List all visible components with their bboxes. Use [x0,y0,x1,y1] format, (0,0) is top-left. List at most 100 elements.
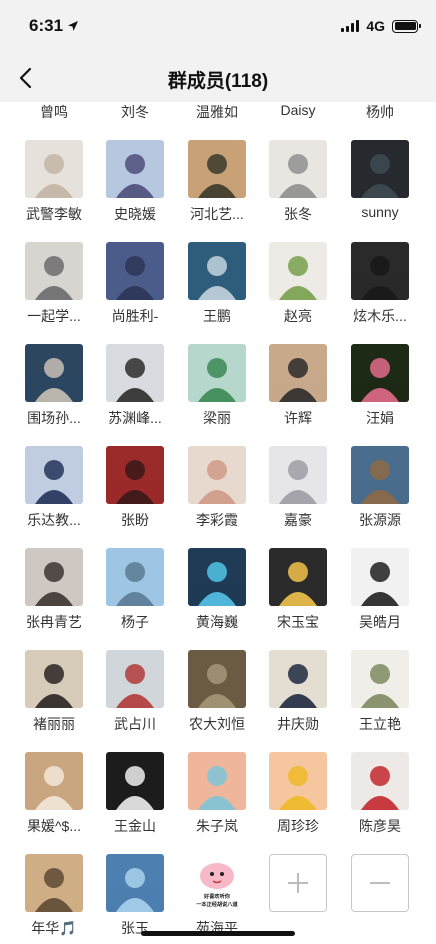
member-avatar[interactable] [25,242,83,300]
home-indicator[interactable] [141,931,295,936]
member-avatar[interactable] [106,344,164,402]
member-item[interactable]: 农大刘恒 [176,650,258,752]
avatar-image [106,548,164,606]
member-avatar[interactable] [269,548,327,606]
member-avatar[interactable] [25,140,83,198]
battery-icon [392,19,421,33]
member-item[interactable]: 吴皓月 [339,548,421,650]
member-avatar[interactable] [106,752,164,810]
member-avatar[interactable] [25,752,83,810]
member-item[interactable]: 梁丽 [176,344,258,446]
member-item[interactable]: 张冉青艺 [13,548,95,650]
member-item[interactable]: 曾鸣 [13,102,95,140]
member-item[interactable]: Daisy [257,102,339,140]
member-item[interactable]: 嘉豪 [257,446,339,548]
avatar-image [25,344,83,402]
member-avatar[interactable] [351,446,409,504]
avatar-image [106,752,164,810]
member-item[interactable]: 苏渊峰... [94,344,176,446]
member-item[interactable]: 武警李敏 [13,140,95,242]
member-avatar[interactable] [188,140,246,198]
member-item[interactable]: 黄海巍 [176,548,258,650]
member-item[interactable]: 褚丽丽 [13,650,95,752]
member-item[interactable]: 史晓媛 [94,140,176,242]
member-item[interactable]: 张源源 [339,446,421,548]
status-time: 6:31 [29,16,79,36]
member-name: 乐达教... [27,512,81,528]
avatar-image [106,446,164,504]
member-avatar[interactable] [106,854,164,912]
member-avatar[interactable] [25,548,83,606]
avatar-image [351,650,409,708]
member-item[interactable]: 刘冬 [94,102,176,140]
member-avatar[interactable] [106,242,164,300]
member-item[interactable]: 果媛^$... [13,752,95,854]
member-avatar[interactable] [188,446,246,504]
member-item[interactable]: 武占川 [94,650,176,752]
member-name: 围场孙... [27,410,81,426]
member-avatar[interactable] [25,854,83,912]
member-item[interactable]: 王鹏 [176,242,258,344]
member-avatar[interactable] [106,446,164,504]
add-member-icon[interactable] [269,854,327,912]
member-item[interactable]: 年华🎵 [13,854,95,944]
member-avatar[interactable] [351,242,409,300]
member-avatar[interactable] [269,242,327,300]
member-avatar[interactable] [351,548,409,606]
member-avatar[interactable] [188,752,246,810]
member-avatar[interactable] [25,650,83,708]
member-avatar[interactable] [351,344,409,402]
member-item[interactable]: 温雅如 [176,102,258,140]
member-avatar[interactable] [25,446,83,504]
member-item[interactable]: 周珍珍 [257,752,339,854]
member-item[interactable]: 宋玉宝 [257,548,339,650]
member-name: 一起学... [27,308,81,324]
member-item[interactable]: 井庆勋 [257,650,339,752]
member-item[interactable]: 一起学... [13,242,95,344]
member-grid-scroll[interactable]: 曾鸣 刘冬 温雅如 Daisy 杨帅 武警李敏 史晓媛 河北艺... 张冬 su… [0,102,436,944]
member-avatar[interactable] [188,650,246,708]
member-item[interactable]: 河北艺... [176,140,258,242]
member-item[interactable]: 李彩霞 [176,446,258,548]
member-item[interactable]: 张冬 [257,140,339,242]
member-avatar[interactable] [269,650,327,708]
member-avatar[interactable] [351,140,409,198]
member-avatar[interactable] [25,344,83,402]
member-item[interactable]: 王金山 [94,752,176,854]
member-name: 王立艳 [359,716,401,732]
member-avatar[interactable]: 好喜欢听你 一本正经胡说八道 [188,854,246,912]
member-name: 果媛^$... [26,818,82,834]
member-avatar[interactable] [351,650,409,708]
member-item[interactable]: 围场孙... [13,344,95,446]
member-item[interactable]: 汪娟 [339,344,421,446]
member-item[interactable]: 杨帅 [339,102,421,140]
member-avatar[interactable] [106,140,164,198]
member-item[interactable]: 朱子岚 [176,752,258,854]
member-avatar[interactable] [269,752,327,810]
member-item[interactable]: 张盼 [94,446,176,548]
member-avatar[interactable] [269,140,327,198]
remove-member-button[interactable] [339,854,421,944]
member-item[interactable]: 许辉 [257,344,339,446]
member-item[interactable]: 赵亮 [257,242,339,344]
signal-icon [341,20,360,32]
member-avatar[interactable] [351,752,409,810]
member-avatar[interactable] [269,344,327,402]
avatar-image [269,650,327,708]
member-avatar[interactable] [188,344,246,402]
member-item[interactable]: 尚胜利- [94,242,176,344]
member-avatar[interactable] [188,242,246,300]
member-avatar[interactable] [106,650,164,708]
member-avatar[interactable] [106,548,164,606]
member-item[interactable]: 陈彦昊 [339,752,421,854]
member-item[interactable]: sunny [339,140,421,242]
member-name: 井庆勋 [277,716,319,732]
member-avatar[interactable] [269,446,327,504]
member-item[interactable]: 乐达教... [13,446,95,548]
member-item[interactable]: 炫木乐... [339,242,421,344]
remove-member-icon[interactable] [351,854,409,912]
member-avatar[interactable] [188,548,246,606]
member-item[interactable]: 杨子 [94,548,176,650]
avatar-image [25,752,83,810]
member-item[interactable]: 王立艳 [339,650,421,752]
